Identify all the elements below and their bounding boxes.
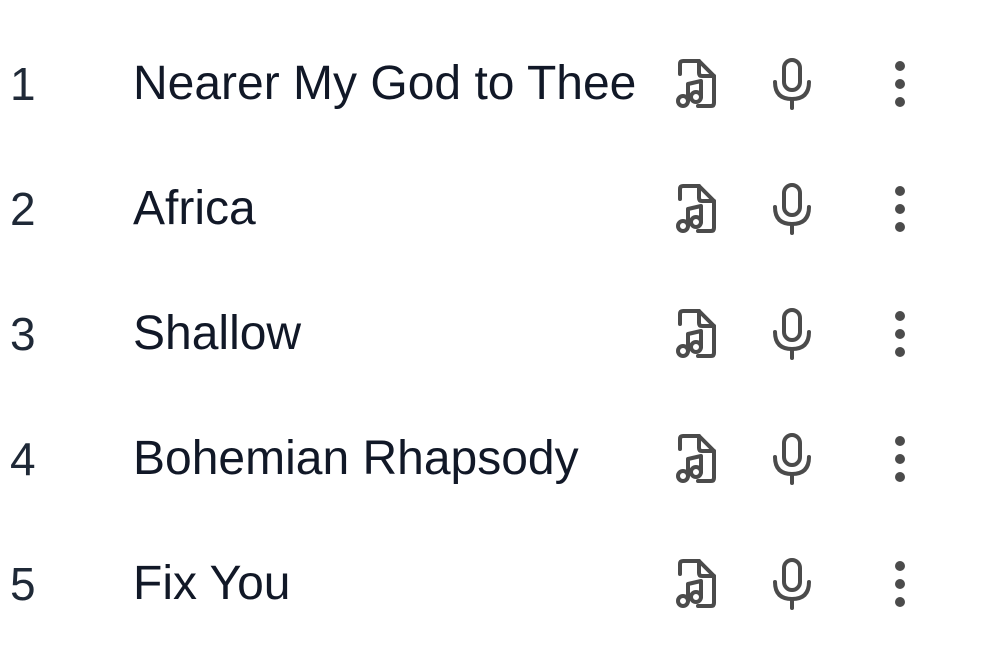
music-file-icon: [676, 59, 716, 108]
sheet-music-button[interactable]: [670, 308, 722, 360]
track-title: Shallow: [133, 307, 302, 360]
more-options-button[interactable]: [874, 433, 926, 485]
track-title: Bohemian Rhapsody: [133, 432, 579, 485]
microphone-icon: [773, 308, 811, 360]
more-options-button[interactable]: [874, 183, 926, 235]
track-row[interactable]: 5 Fix You: [0, 522, 1002, 646]
more-options-button[interactable]: [874, 558, 926, 610]
sheet-music-button[interactable]: [670, 558, 722, 610]
music-file-icon: [676, 434, 716, 483]
microphone-icon: [773, 58, 811, 110]
track-row[interactable]: 1 Nearer My God to Thee: [0, 22, 1002, 146]
more-vertical-icon: [895, 186, 905, 232]
microphone-button[interactable]: [766, 308, 818, 360]
microphone-button[interactable]: [766, 183, 818, 235]
microphone-icon: [773, 183, 811, 235]
microphone-button[interactable]: [766, 58, 818, 110]
sheet-music-button[interactable]: [670, 183, 722, 235]
music-file-icon: [676, 309, 716, 358]
music-file-icon: [676, 184, 716, 233]
sheet-music-button[interactable]: [670, 433, 722, 485]
track-row[interactable]: 3 Shallow: [0, 272, 1002, 396]
music-file-icon: [676, 559, 716, 608]
track-list: 1 Nearer My God to Thee 2 Africa 3 Shall…: [0, 0, 1002, 624]
track-number: 3: [10, 308, 36, 360]
track-number: 1: [10, 58, 36, 110]
track-number: 4: [10, 433, 36, 485]
more-vertical-icon: [895, 61, 905, 107]
track-number: 2: [10, 183, 36, 235]
track-row[interactable]: 4 Bohemian Rhapsody: [0, 397, 1002, 521]
track-title: Fix You: [133, 557, 291, 610]
microphone-icon: [773, 558, 811, 610]
more-vertical-icon: [895, 436, 905, 482]
more-vertical-icon: [895, 561, 905, 607]
more-options-button[interactable]: [874, 58, 926, 110]
track-row[interactable]: 2 Africa: [0, 147, 1002, 271]
microphone-button[interactable]: [766, 433, 818, 485]
more-options-button[interactable]: [874, 308, 926, 360]
sheet-music-button[interactable]: [670, 58, 722, 110]
track-title: Africa: [133, 182, 256, 235]
more-vertical-icon: [895, 311, 905, 357]
track-title: Nearer My God to Thee: [133, 57, 637, 110]
microphone-icon: [773, 433, 811, 485]
track-number: 5: [10, 558, 36, 610]
microphone-button[interactable]: [766, 558, 818, 610]
